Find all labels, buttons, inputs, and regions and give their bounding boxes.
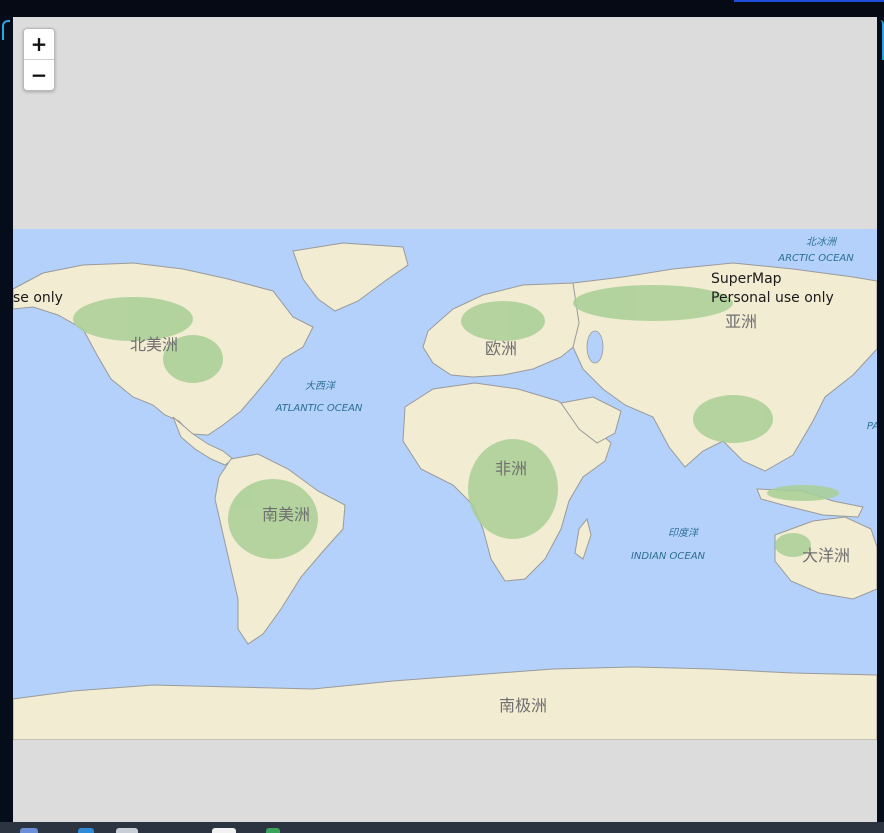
frame-left-edge — [0, 16, 13, 822]
taskbar-status-icon[interactable] — [266, 828, 280, 833]
zoom-out-button[interactable]: − — [24, 60, 54, 90]
label-indian-en: INDIAN OCEAN — [631, 551, 706, 562]
app-top-bar — [0, 0, 884, 16]
label-atlantic-cn: 大西洋 — [305, 380, 336, 392]
watermark-notice: Personal use only — [711, 290, 834, 306]
world-map[interactable]: 北美洲 南美洲 欧洲 非洲 亚洲 大洋洲 南极洲 大西洋 ATLANTIC OC… — [13, 229, 877, 740]
taskbar — [0, 822, 884, 833]
label-europe: 欧洲 — [485, 339, 517, 358]
label-pacific-fragment: PA — [867, 421, 877, 432]
label-north-america: 北美洲 — [130, 335, 178, 354]
frame-right-edge — [877, 16, 884, 822]
taskbar-document-icon[interactable] — [212, 828, 236, 833]
caspian-sea — [586, 330, 604, 364]
watermark-brand: SuperMap — [711, 271, 782, 287]
label-oceania: 大洋洲 — [802, 546, 850, 565]
taskbar-app-icon[interactable] — [78, 828, 94, 833]
taskbar-browser-icon[interactable] — [20, 828, 38, 833]
label-indian-cn: 印度洋 — [668, 527, 699, 539]
label-south-america: 南美洲 — [262, 505, 310, 524]
map-viewport[interactable]: 北美洲 南美洲 欧洲 非洲 亚洲 大洋洲 南极洲 大西洋 ATLANTIC OC… — [13, 17, 877, 822]
label-asia: 亚洲 — [725, 312, 757, 331]
zoom-in-button[interactable]: + — [24, 29, 54, 60]
label-arctic-en: ARCTIC OCEAN — [777, 253, 854, 264]
label-arctic-cn: 北冰洲 — [806, 236, 838, 248]
top-bar-accent — [734, 0, 884, 2]
frame-corner-accent-right — [879, 20, 884, 60]
taskbar-window-icon[interactable] — [116, 828, 138, 833]
zoom-control: + − — [23, 28, 55, 91]
label-atlantic-en: ATLANTIC OCEAN — [275, 403, 363, 414]
label-africa: 非洲 — [495, 459, 527, 478]
watermark-fragment: se only — [13, 290, 63, 306]
frame-corner-accent-left — [2, 20, 10, 40]
label-antarctica: 南极洲 — [499, 696, 547, 715]
